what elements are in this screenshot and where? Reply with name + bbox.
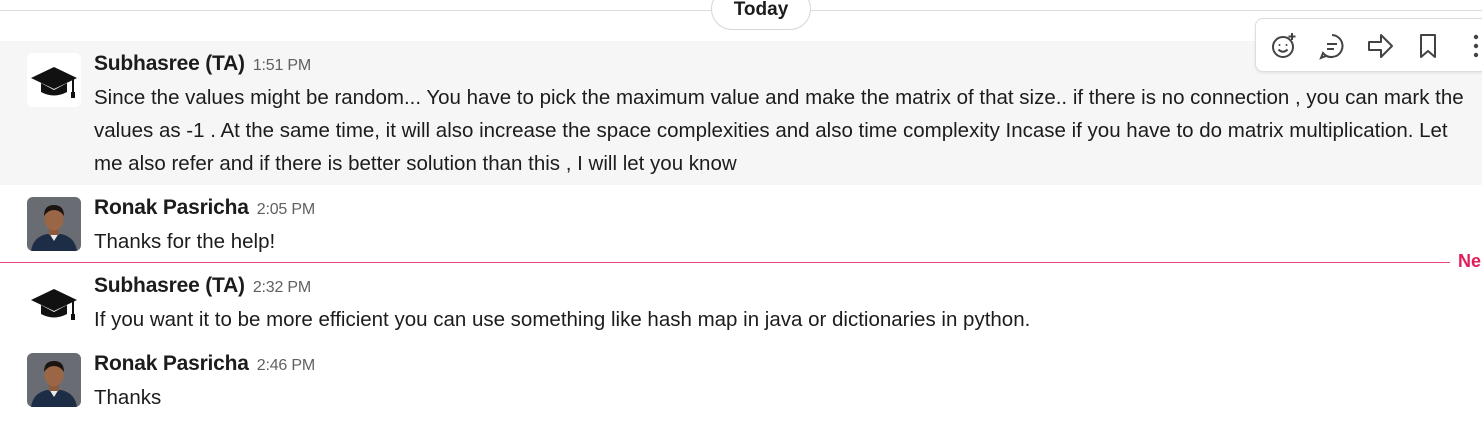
message-timestamp[interactable]: 1:51 PM	[253, 57, 311, 74]
author-name[interactable]: Ronak Pasricha	[94, 352, 249, 375]
message-timestamp[interactable]: 2:05 PM	[257, 201, 315, 218]
author-name[interactable]: Subhasree (TA)	[94, 52, 245, 75]
message-timestamp[interactable]: 2:46 PM	[257, 357, 315, 374]
message-author[interactable]: Subhasree (TA) 1:51 PM	[94, 52, 311, 76]
reply-in-thread-icon[interactable]	[1316, 30, 1348, 62]
message-author[interactable]: Ronak Pasricha 2:05 PM	[94, 196, 315, 220]
user-photo-avatar[interactable]	[27, 353, 81, 407]
bookmark-icon[interactable]	[1412, 30, 1444, 62]
message-text: Thanks for the help!	[94, 230, 276, 253]
day-divider-pill[interactable]: Today	[711, 0, 811, 30]
message-item[interactable]: Subhasree (TA) 2:32 PM If you want it to …	[0, 263, 1482, 343]
user-photo-avatar[interactable]	[27, 197, 81, 251]
forward-icon[interactable]	[1364, 30, 1396, 62]
message-actions-toolbar	[1255, 18, 1482, 72]
author-name[interactable]: Ronak Pasricha	[94, 196, 249, 219]
message-item[interactable]: Subhasree (TA) 1:51 PM Since the values m…	[0, 18, 1482, 185]
message-text: If you want it to be more efficient you …	[94, 308, 1031, 331]
message-item[interactable]: Ronak Pasricha 2:05 PM Thanks for the hel…	[0, 185, 1482, 259]
message-author[interactable]: Subhasree (TA) 2:32 PM	[94, 274, 311, 298]
message-author[interactable]: Ronak Pasricha 2:46 PM	[94, 352, 315, 376]
graduation-cap-icon[interactable]	[27, 275, 81, 329]
message-text: Thanks	[94, 386, 162, 409]
message-item[interactable]: Ronak Pasricha 2:46 PM Thanks	[0, 341, 1482, 421]
message-text: Since the values might be random... You …	[94, 86, 1464, 175]
author-name[interactable]: Subhasree (TA)	[94, 274, 245, 297]
add-reaction-icon[interactable]	[1268, 30, 1300, 62]
more-actions-icon[interactable]	[1460, 30, 1482, 62]
graduation-cap-icon[interactable]	[27, 53, 81, 107]
message-timestamp[interactable]: 2:32 PM	[253, 279, 311, 296]
